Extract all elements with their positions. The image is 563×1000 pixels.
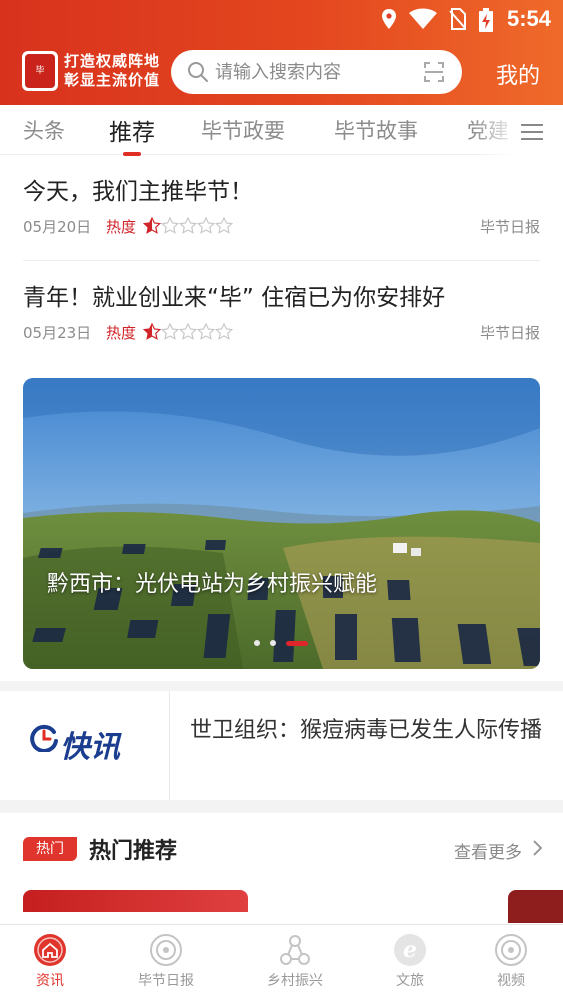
flash-news-text[interactable]: 世卫组织：猴痘病毒已发生人际传播 xyxy=(190,717,545,745)
nav-label: 资讯 xyxy=(36,973,64,989)
news-title: 青年！就业创业来“毕” 住宿已为你安排好 xyxy=(23,285,446,311)
news-meta: 05月20日 热度 毕节日报 xyxy=(23,216,540,236)
clock-icon xyxy=(30,724,58,753)
sim-no-signal-icon xyxy=(449,8,466,30)
section-gap xyxy=(0,800,563,813)
news-icon xyxy=(34,934,66,966)
battery-charging-icon xyxy=(479,8,493,32)
nav-rural[interactable]: 乡村振兴 xyxy=(245,933,345,990)
star-empty-icon xyxy=(160,322,180,340)
app-logo-mark: 毕 xyxy=(25,54,55,88)
carousel-dot[interactable] xyxy=(254,640,260,646)
hot-section-title: 热门推荐 xyxy=(89,839,178,864)
flash-news-bar[interactable]: 快讯 世卫组织：猴痘病毒已发生人际传播 xyxy=(0,691,563,800)
nav-label: 乡村振兴 xyxy=(267,973,323,989)
view-more-link[interactable]: 查看更多 xyxy=(454,838,522,863)
news-item[interactable]: 今天，我们主推毕节！ 05月20日 热度 毕节日报 xyxy=(23,172,540,236)
news-title: 今天，我们主推毕节！ xyxy=(23,179,253,205)
news-source: 毕节日报 xyxy=(479,324,540,342)
heat-rating xyxy=(142,322,234,344)
daily-icon xyxy=(150,934,182,966)
news-heat-label: 热度 xyxy=(106,324,137,342)
flash-separator xyxy=(169,691,170,800)
carousel-dot[interactable] xyxy=(270,640,276,646)
divider xyxy=(23,260,540,261)
wifi-icon xyxy=(409,8,437,29)
star-empty-icon xyxy=(196,216,216,234)
news-date: 05月23日 xyxy=(23,324,92,342)
tabs-fade xyxy=(473,105,563,155)
rural-icon xyxy=(280,935,310,965)
flash-news-logo: 快讯 xyxy=(30,724,120,765)
banner-image xyxy=(23,378,540,669)
search-bar[interactable] xyxy=(171,50,462,94)
banner-carousel[interactable]: 黔西市：光伏电站为乡村振兴赋能 xyxy=(23,378,540,669)
star-empty-icon xyxy=(214,322,234,340)
tab-headlines[interactable]: 头条 xyxy=(23,115,65,145)
nav-bijie-daily[interactable]: 毕节日报 xyxy=(116,933,216,990)
hot-badge: 热门 xyxy=(23,837,77,861)
flash-news-logo-text: 快讯 xyxy=(60,730,120,765)
search-input[interactable] xyxy=(215,58,415,86)
hot-card-image xyxy=(23,912,248,923)
location-icon xyxy=(382,9,396,29)
nav-tourism[interactable]: e 文旅 xyxy=(360,933,460,990)
video-icon xyxy=(495,934,527,966)
app-header: 5:54 毕 打造权威阵地 彰显主流价值 我的 xyxy=(0,0,563,105)
nav-video[interactable]: 视频 xyxy=(461,933,561,990)
nav-label: 视频 xyxy=(497,973,525,989)
nav-news[interactable]: 资讯 xyxy=(0,933,100,990)
status-bar: 5:54 xyxy=(0,0,563,40)
news-date: 05月20日 xyxy=(23,218,92,236)
app-slogan: 打造权威阵地 彰显主流价值 xyxy=(64,52,160,90)
star-empty-icon xyxy=(214,216,234,234)
heat-rating xyxy=(142,216,234,238)
news-item[interactable]: 青年！就业创业来“毕” 住宿已为你安排好 05月23日 热度 毕节日报 xyxy=(23,278,540,342)
search-icon xyxy=(188,62,208,82)
nav-label: 文旅 xyxy=(396,973,424,989)
app-logo[interactable]: 毕 xyxy=(22,51,58,91)
svg-text:e: e xyxy=(403,937,417,963)
mine-button[interactable]: 我的 xyxy=(496,58,540,90)
star-empty-icon xyxy=(160,216,180,234)
chevron-right-icon[interactable] xyxy=(532,840,542,856)
hot-recommend-section: 热门 热门推荐 查看更多 xyxy=(0,813,563,923)
scan-icon[interactable] xyxy=(424,62,444,82)
nav-label: 毕节日报 xyxy=(138,973,194,989)
news-source: 毕节日报 xyxy=(479,218,540,236)
star-half-icon xyxy=(142,216,162,234)
tourism-icon: e xyxy=(394,934,426,966)
star-empty-icon xyxy=(178,216,198,234)
menu-icon[interactable] xyxy=(521,123,543,141)
banner-caption: 黔西市：光伏电站为乡村振兴赋能 xyxy=(47,572,378,597)
status-time: 5:54 xyxy=(506,6,551,31)
tab-recommend[interactable]: 推荐 xyxy=(109,113,155,156)
hot-card[interactable] xyxy=(508,890,563,923)
news-heat-label: 热度 xyxy=(106,218,137,236)
category-tabs: 头条 推荐 毕节政要 毕节故事 党建 xyxy=(0,105,563,156)
news-meta: 05月23日 热度 毕节日报 xyxy=(23,322,540,342)
tab-bijie-politics[interactable]: 毕节政要 xyxy=(201,115,285,145)
bottom-navigation: 资讯 毕节日报 乡村振兴 e 文旅 视频 xyxy=(0,924,563,1000)
carousel-dot-active[interactable] xyxy=(286,641,308,646)
section-gap xyxy=(0,681,563,691)
star-half-icon xyxy=(142,322,162,340)
tab-bijie-stories[interactable]: 毕节故事 xyxy=(334,115,418,145)
slogan-line-1: 打造权威阵地 xyxy=(64,52,161,70)
star-empty-icon xyxy=(178,322,198,340)
star-empty-icon xyxy=(196,322,216,340)
hot-card[interactable] xyxy=(23,890,248,923)
slogan-line-2: 彰显主流价值 xyxy=(64,71,161,89)
